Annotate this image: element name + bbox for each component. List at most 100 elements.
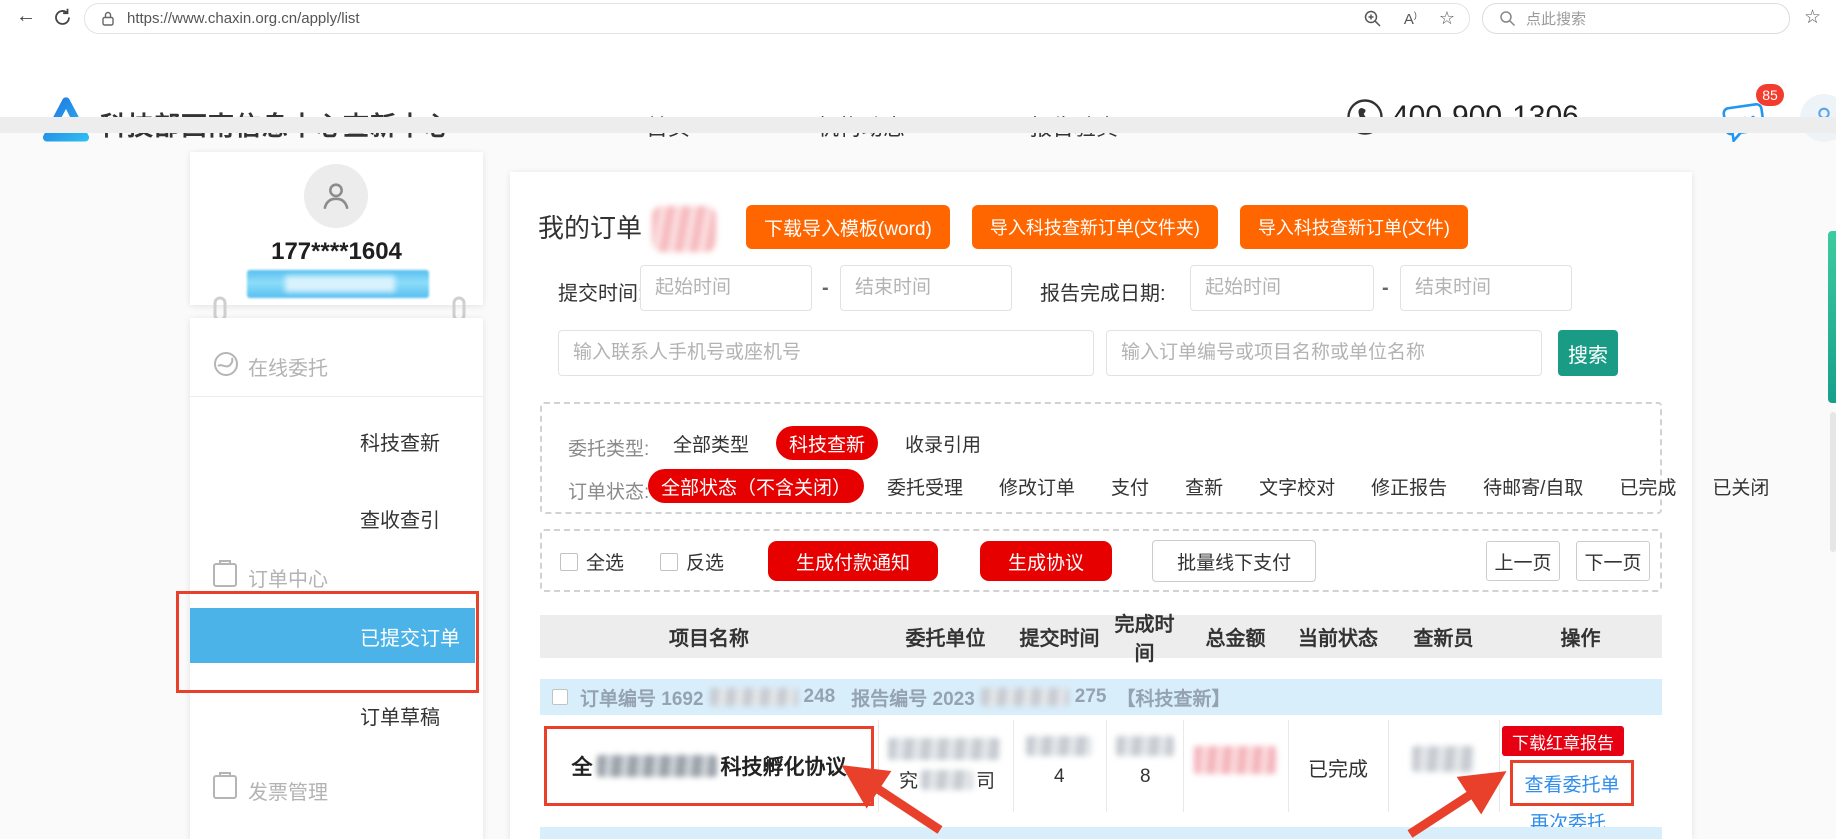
generate-agreement-button[interactable]: 生成协议: [980, 541, 1112, 581]
generate-payment-button[interactable]: 生成付款通知: [768, 541, 938, 581]
browser-toolbar: ← https://www.chaxin.org.cn/apply/list A…: [0, 0, 1836, 37]
sidebar-item-order-draft[interactable]: 订单草稿: [360, 701, 440, 730]
order-status-options: 全部状态（不含关闭） 委托受理 修改订单 支付 查新 文字校对 修正报告 待邮寄…: [648, 469, 1782, 503]
page-title: 我的订单: [538, 208, 642, 245]
col-divider: [1106, 720, 1107, 812]
col-submit-time: 提交时间: [1013, 622, 1106, 651]
zoom-in-icon[interactable]: [1363, 9, 1382, 28]
client-line2-suffix: 司: [976, 766, 995, 793]
back-icon[interactable]: ←: [16, 6, 36, 26]
sidebar-user-phone: 177****1604: [190, 238, 483, 266]
order-status-label: 订单状态:: [568, 477, 649, 504]
status-option-mail[interactable]: 待邮寄/自取: [1470, 469, 1596, 503]
status-option-revise[interactable]: 修正报告: [1358, 469, 1460, 503]
status-option-pay[interactable]: 支付: [1098, 469, 1162, 503]
order-keyword-input[interactable]: [1106, 330, 1542, 376]
chat-unread-badge: 85: [1756, 84, 1784, 106]
type-option-tech-novelty[interactable]: 科技查新: [776, 426, 878, 460]
offline-pay-button[interactable]: 批量线下支付: [1152, 540, 1316, 582]
right-edge-widget-bar[interactable]: [1828, 231, 1836, 403]
read-aloud-icon[interactable]: A): [1404, 10, 1417, 28]
project-name-prefix[interactable]: 全: [572, 751, 593, 781]
entrust-type-label: 委托类型:: [568, 434, 649, 461]
header-divider-band: [0, 117, 1836, 133]
status-option-closed[interactable]: 已关闭: [1699, 469, 1782, 503]
browser-search-box[interactable]: 点此搜索: [1482, 3, 1790, 34]
download-stamped-report-button[interactable]: 下载红章报告: [1502, 726, 1624, 756]
report-no-redacted: [981, 688, 1069, 706]
status-option-finished[interactable]: 已完成: [1606, 469, 1689, 503]
select-all-group: 全选 反选 生成付款通知 生成协议 批量线下支付: [560, 540, 1316, 582]
col-project-name: 项目名称: [540, 622, 878, 651]
redacted-username-inner: [285, 276, 395, 292]
redacted-title-blob: [652, 206, 716, 252]
sidebar-divider: [190, 396, 483, 397]
sidebar-item-tech-novelty[interactable]: 科技查新: [360, 427, 440, 456]
submit-end-input[interactable]: [840, 265, 1012, 311]
date-dash: -: [822, 277, 829, 300]
search-button[interactable]: 搜索: [1558, 330, 1618, 376]
sidebar-section-invoice: 发票管理: [248, 776, 328, 805]
url-text: https://www.chaxin.org.cn/apply/list: [127, 10, 360, 27]
col-divider: [1183, 720, 1184, 812]
sidebar-item-submitted-orders-label: 已提交订单: [360, 622, 460, 651]
order-status-value: 已完成: [1308, 753, 1368, 782]
status-option-proofread[interactable]: 文字校对: [1246, 469, 1348, 503]
scrollbar-thumb[interactable]: [1830, 412, 1836, 552]
type-option-citation[interactable]: 收录引用: [892, 426, 994, 460]
refresh-icon[interactable]: [52, 7, 73, 28]
examiner-redacted: [1412, 746, 1474, 772]
online-entrust-icon: [212, 350, 240, 378]
status-option-modify[interactable]: 修改订单: [986, 469, 1088, 503]
sidebar-section-order-center: 订单中心: [248, 563, 328, 592]
status-option-accepted[interactable]: 委托受理: [874, 469, 976, 503]
report-start-input[interactable]: [1190, 265, 1374, 311]
col-divider: [1388, 720, 1389, 812]
order-no-redacted: [710, 688, 798, 706]
client-name-redacted-line1: [888, 738, 1000, 760]
entrust-type-options: 全部类型 科技查新 收录引用: [660, 426, 994, 460]
favorite-star-icon[interactable]: ☆: [1439, 8, 1455, 29]
project-name-redacted: [597, 755, 717, 777]
import-order-folder-button[interactable]: 导入科技查新订单(文件夹): [972, 205, 1218, 249]
report-no-prefix: 报告编号 2023: [851, 684, 975, 711]
sidebar-section-online-entrust: 在线委托: [248, 352, 328, 381]
status-option-all[interactable]: 全部状态（不含关闭）: [648, 469, 864, 503]
download-template-button[interactable]: 下载导入模板(word): [746, 205, 950, 249]
type-option-all[interactable]: 全部类型: [660, 426, 762, 460]
select-all-label[interactable]: 全选: [586, 548, 624, 575]
order-group-checkbox[interactable]: [552, 689, 568, 705]
client-line2-prefix: 究: [899, 766, 918, 793]
next-page-button[interactable]: 下一页: [1576, 541, 1650, 581]
col-examiner: 查新员: [1388, 622, 1499, 651]
invert-select-label[interactable]: 反选: [686, 548, 724, 575]
finish-time-visible: 8: [1140, 766, 1151, 788]
view-order-link[interactable]: 查看委托单: [1524, 770, 1619, 797]
finish-time-redacted: [1116, 736, 1174, 756]
amount-redacted: [1194, 746, 1276, 774]
project-name-suffix[interactable]: 科技孵化协议: [721, 751, 847, 781]
annotation-box-view-order: 查看委托单: [1510, 760, 1634, 806]
col-status: 当前状态: [1288, 622, 1388, 651]
submit-time-visible: 4: [1054, 766, 1065, 788]
col-actions: 操作: [1499, 622, 1662, 651]
import-order-file-button[interactable]: 导入科技查新订单(文件): [1240, 205, 1468, 249]
submit-start-input[interactable]: [640, 265, 812, 311]
select-all-checkbox[interactable]: [560, 553, 578, 571]
client-name-line2: 究 司: [888, 766, 1006, 793]
contact-phone-input[interactable]: [558, 330, 1094, 376]
col-divider: [1013, 720, 1014, 812]
lock-icon: [101, 10, 115, 27]
order-center-icon: [212, 560, 238, 588]
site-header: 科技部西南信息中心查新中心 首页 机构动态 报告验真 400-900-1306 …: [0, 36, 1836, 117]
favorites-list-icon[interactable]: ☆: [1804, 6, 1821, 29]
search-icon: [1499, 10, 1516, 27]
address-bar[interactable]: https://www.chaxin.org.cn/apply/list A) …: [84, 3, 1470, 34]
submit-time-redacted: [1026, 736, 1092, 756]
status-option-novelty[interactable]: 查新: [1172, 469, 1236, 503]
invert-select-checkbox[interactable]: [660, 553, 678, 571]
prev-page-button[interactable]: 上一页: [1486, 541, 1560, 581]
next-group-strip: [540, 827, 1662, 839]
sidebar-item-citation-check[interactable]: 查收查引: [360, 504, 440, 533]
report-end-input[interactable]: [1400, 265, 1572, 311]
